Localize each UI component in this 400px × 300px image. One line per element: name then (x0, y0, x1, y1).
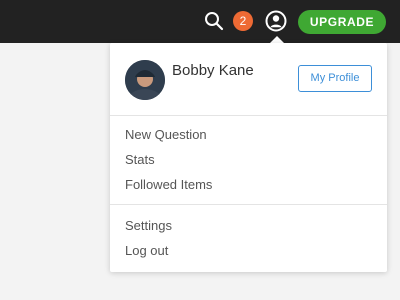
user-name: Bobby Kane (172, 62, 254, 79)
dropdown-caret (270, 36, 284, 43)
menu-item-new-question[interactable]: New Question (125, 127, 207, 143)
menu-item-settings[interactable]: Settings (125, 218, 172, 234)
user-circle-icon[interactable] (265, 10, 287, 32)
avatar-image (125, 60, 165, 100)
menu-item-log-out[interactable]: Log out (125, 243, 168, 259)
notification-badge[interactable]: 2 (233, 11, 253, 31)
top-navigation-bar: 2 UPGRADE (0, 0, 400, 43)
menu-item-followed-items[interactable]: Followed Items (125, 177, 212, 193)
divider (110, 115, 387, 116)
upgrade-button[interactable]: UPGRADE (298, 10, 386, 34)
user-menu-dropdown: Bobby Kane My Profile New Question Stats… (110, 43, 387, 272)
search-icon[interactable] (204, 11, 224, 31)
my-profile-button[interactable]: My Profile (298, 65, 372, 92)
menu-item-stats[interactable]: Stats (125, 152, 155, 168)
divider (110, 204, 387, 205)
avatar (125, 60, 165, 100)
